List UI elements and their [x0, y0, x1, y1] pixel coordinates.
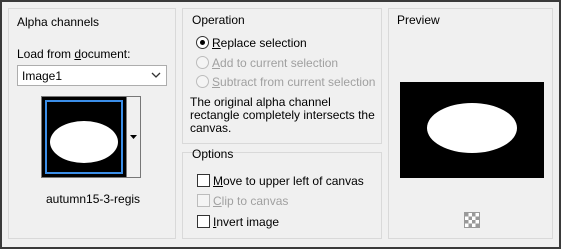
operation-message-line-3: canvas. [190, 121, 232, 135]
clip-to-canvas-checkbox[interactable] [197, 194, 210, 207]
operation-message-line-1: The original alpha channel [190, 95, 331, 109]
invert-image-checkbox[interactable] [197, 215, 210, 228]
load-from-label-pre: Load from [17, 47, 75, 61]
operation-message-line-2: rectangle completely intersects the [190, 108, 375, 122]
replace-mnemonic: R [212, 36, 221, 50]
move-to-upper-left-checkbox[interactable] [197, 174, 210, 187]
load-from-document-label: Load from document: [17, 47, 130, 61]
preview-image [400, 82, 544, 178]
channel-name: autumn15-3-regis [46, 192, 141, 206]
checkerboard-icon [465, 213, 479, 227]
clip-rest: lip to canvas [221, 194, 289, 208]
transparency-checker-icon[interactable] [464, 212, 480, 228]
add-mnemonic: A [212, 56, 221, 70]
options-title: Options [192, 147, 234, 161]
add-to-selection-radio[interactable] [196, 56, 209, 69]
subtract-mnemonic: S [212, 75, 221, 89]
subtract-rest: ubtract from current selection [220, 75, 376, 89]
ellipse-preview-icon [427, 103, 517, 153]
document-select-value: Image1 [22, 69, 63, 83]
replace-rest: eplace selection [220, 36, 307, 50]
invert-rest: nvert image [216, 215, 280, 229]
replace-selection-label[interactable]: Replace selection [212, 36, 307, 50]
preview-title: Preview [397, 13, 440, 27]
move-to-upper-left-label[interactable]: Move to upper left of canvas [213, 174, 364, 188]
clip-to-canvas-label[interactable]: Clip to canvas [213, 194, 288, 208]
chevron-down-icon [150, 69, 162, 84]
subtract-from-selection-radio[interactable] [196, 75, 209, 88]
operation-title: Operation [192, 13, 245, 27]
channel-thumbnail-selected [45, 100, 123, 174]
channel-thumbnail[interactable] [41, 96, 127, 178]
add-to-selection-label[interactable]: Add to current selection [212, 56, 338, 70]
subtract-from-selection-label[interactable]: Subtract from current selection [212, 75, 375, 89]
thumbnail-dropdown-button[interactable] [127, 96, 141, 178]
add-rest: dd to current selection [220, 56, 339, 70]
clip-mnemonic: C [213, 194, 222, 208]
replace-selection-radio[interactable] [196, 36, 209, 49]
document-select[interactable]: Image1 [17, 65, 167, 86]
move-rest: ove to upper left of canvas [223, 174, 364, 188]
ellipse-mask-icon [50, 121, 118, 163]
alpha-channels-title: Alpha channels [17, 15, 100, 29]
load-from-label-post: ocument: [81, 47, 131, 61]
triangle-down-icon [130, 135, 137, 139]
invert-image-label[interactable]: Invert image [213, 215, 279, 229]
move-mnemonic: M [213, 174, 223, 188]
